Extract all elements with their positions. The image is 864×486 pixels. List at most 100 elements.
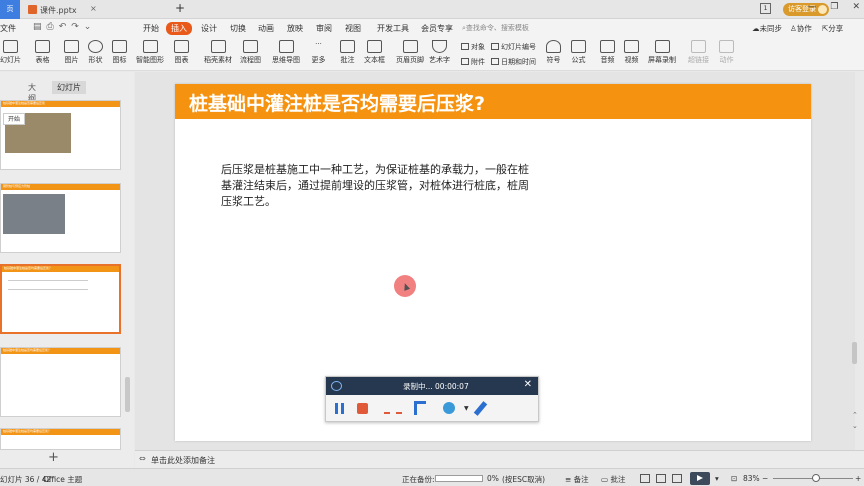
prev-page-icon[interactable]: ⌃ xyxy=(852,411,858,419)
normal-view-icon[interactable] xyxy=(640,474,650,483)
zoom-out-icon[interactable]: − xyxy=(762,474,768,483)
highlight-tool-icon[interactable] xyxy=(414,401,426,415)
menu-review[interactable]: 审阅 xyxy=(316,23,332,34)
backup-percent: 0% xyxy=(487,474,499,483)
menu-view[interactable]: 视图 xyxy=(345,23,361,34)
pen-tool-icon[interactable] xyxy=(473,401,488,416)
zoom-level[interactable]: 83% xyxy=(743,474,760,483)
ribbon-video[interactable]: 视频 xyxy=(624,40,639,65)
zoom-fit-icon[interactable]: ⊡ xyxy=(731,474,737,483)
zoom-in-icon[interactable]: + xyxy=(855,474,861,483)
ribbon-mindmap[interactable]: 思维导图 xyxy=(272,40,300,65)
wordart-icon xyxy=(432,40,447,53)
notes-toggle-icon[interactable]: ⇔ xyxy=(139,454,146,463)
add-slide-button[interactable]: + xyxy=(48,450,59,465)
pptx-file-icon xyxy=(28,5,37,14)
ribbon-flowchart[interactable]: 流程图 xyxy=(240,40,261,65)
webcam-dropdown-icon[interactable]: ▼ xyxy=(464,405,469,412)
thumb-title: 桩基础中灌注桩是否需要后压浆 xyxy=(3,101,46,105)
ribbon-label: 文本框 xyxy=(364,56,385,64)
next-page-icon[interactable]: ⌄ xyxy=(852,422,858,430)
ribbon-material[interactable]: 稻壳素材 xyxy=(204,40,232,65)
thumb-title-bar: 钢管桩与预应力管桩 xyxy=(1,184,120,190)
slide-thumb-selected[interactable]: 桩基础中灌注桩是否均需要后压浆？ xyxy=(0,264,121,334)
comment-button[interactable]: ▭ 批注 xyxy=(601,474,625,485)
new-tab-button[interactable]: + xyxy=(175,1,185,15)
menu-slideshow[interactable]: 放映 xyxy=(287,23,303,34)
slide-title[interactable]: 桩基础中灌注桩是否均需要后压浆? xyxy=(189,89,485,116)
comment-btn-label: 批注 xyxy=(610,475,626,484)
notes-button[interactable]: ≡ 备注 xyxy=(565,474,589,485)
slideshow-play-button[interactable] xyxy=(690,472,710,485)
home-tab[interactable]: 页 xyxy=(0,0,20,19)
tab-slides[interactable]: 幻灯片 xyxy=(52,81,86,94)
new-slide-icon xyxy=(3,40,18,53)
window-mode-icon[interactable]: 1 xyxy=(760,3,771,14)
recorder-close-icon[interactable]: ✕ xyxy=(524,379,532,390)
menu-developer[interactable]: 开发工具 xyxy=(377,23,409,34)
stop-icon[interactable] xyxy=(357,403,368,414)
ribbon-audio[interactable]: 音频 xyxy=(600,40,615,65)
close-window-icon[interactable]: ✕ xyxy=(852,2,860,12)
ribbon-smartart[interactable]: 智能图形 xyxy=(136,40,164,65)
restore-icon[interactable]: ❐ xyxy=(830,2,838,12)
menu-transition[interactable]: 切换 xyxy=(230,23,246,34)
ribbon-datetime[interactable]: 日期和时间 xyxy=(491,57,536,67)
line-tool-icon[interactable] xyxy=(384,408,402,414)
action-icon xyxy=(719,40,734,53)
share-button[interactable]: ⇱分享 xyxy=(822,23,843,34)
ribbon-formula[interactable]: 公式 xyxy=(571,40,586,65)
webcam-icon[interactable] xyxy=(443,402,455,414)
pause-icon[interactable] xyxy=(335,403,344,414)
play-dropdown-icon[interactable]: ▾ xyxy=(715,474,719,483)
ribbon-shape[interactable]: 形状 xyxy=(88,40,103,65)
collab-button[interactable]: ♙协作 xyxy=(790,23,812,34)
zoom-slider-knob[interactable] xyxy=(812,474,820,482)
ribbon-chart[interactable]: 图表 xyxy=(174,40,189,65)
ribbon-slide-number[interactable]: 幻灯片编号 xyxy=(491,42,536,52)
doc-tab-close-icon[interactable]: × xyxy=(90,4,97,13)
menu-design[interactable]: 设计 xyxy=(201,23,217,34)
slide-body-text[interactable]: 后压浆是桩基施工中一种工艺，为保证桩基的承载力，一般在桩基灌注结束后，通过提前埋… xyxy=(221,162,539,210)
quick-access-icons[interactable]: ▤⎙↶↷⌄ xyxy=(33,22,96,32)
ribbon-picture[interactable]: 图片 xyxy=(64,40,79,65)
menu-animation[interactable]: 动画 xyxy=(258,23,274,34)
reading-view-icon[interactable] xyxy=(672,474,682,483)
notes-placeholder[interactable]: 单击此处添加备注 xyxy=(151,455,215,466)
ribbon-attachment[interactable]: 附件 xyxy=(461,57,485,67)
ribbon-icons[interactable]: 图标 xyxy=(112,40,127,65)
sync-status[interactable]: ☁未同步 xyxy=(752,23,782,34)
ribbon-comment[interactable]: 批注 xyxy=(340,40,355,65)
symbol-icon xyxy=(546,40,561,53)
menu-member[interactable]: 会员专享 xyxy=(421,23,453,34)
ribbon-wordart[interactable]: 艺术字 xyxy=(429,40,450,65)
ribbon-label: 对象 xyxy=(471,43,485,51)
ribbon-hyperlink[interactable]: 超链接 xyxy=(688,40,709,65)
menu-insert[interactable]: 插入 xyxy=(166,22,192,35)
command-search[interactable]: ⌕查找命令、搜索模板 xyxy=(462,23,529,33)
ribbon-new-slide[interactable]: 幻灯片 xyxy=(0,40,21,65)
slide-thumb[interactable]: 钢管桩与预应力管桩 xyxy=(0,183,121,253)
recorder-header[interactable]: 录制中... 00:00:07 ✕ xyxy=(326,377,538,395)
slide-thumb[interactable]: 桩基础中灌注桩是否均需要后压浆？ xyxy=(0,428,121,450)
canvas-scrollbar[interactable] xyxy=(852,342,857,364)
ribbon-header-footer[interactable]: 页眉页脚 xyxy=(396,40,424,65)
ribbon-more[interactable]: ··· 更多 xyxy=(311,40,326,65)
minimize-icon[interactable]: — xyxy=(807,2,816,12)
ribbon-symbol[interactable]: 符号 xyxy=(546,40,561,65)
slide-thumb[interactable]: 桩基础中灌注桩是否均需要后压浆？ xyxy=(0,347,121,417)
ribbon-label: 符号 xyxy=(546,56,561,64)
slide-sorter-icon[interactable] xyxy=(656,474,666,483)
menu-file[interactable]: 文件 xyxy=(0,23,16,34)
mouse-highlight xyxy=(394,275,416,297)
menu-home[interactable]: 开始 xyxy=(143,23,159,34)
ribbon-screen-record[interactable]: 屏幕录制 xyxy=(648,40,676,65)
page-nav-arrows[interactable]: ⌃ ⌄ xyxy=(852,410,858,432)
ribbon-object[interactable]: 对象 xyxy=(461,42,485,52)
ribbon-table[interactable]: 表格 xyxy=(35,40,50,65)
slide-thumb[interactable]: 桩基础中灌注桩是否需要后压浆 xyxy=(0,100,121,170)
ribbon-action[interactable]: 动作 xyxy=(719,40,734,65)
thumbnail-scrollbar[interactable] xyxy=(125,377,130,412)
ribbon-textbox[interactable]: 文本框 xyxy=(364,40,385,65)
start-chip[interactable]: 开始 xyxy=(3,113,25,125)
